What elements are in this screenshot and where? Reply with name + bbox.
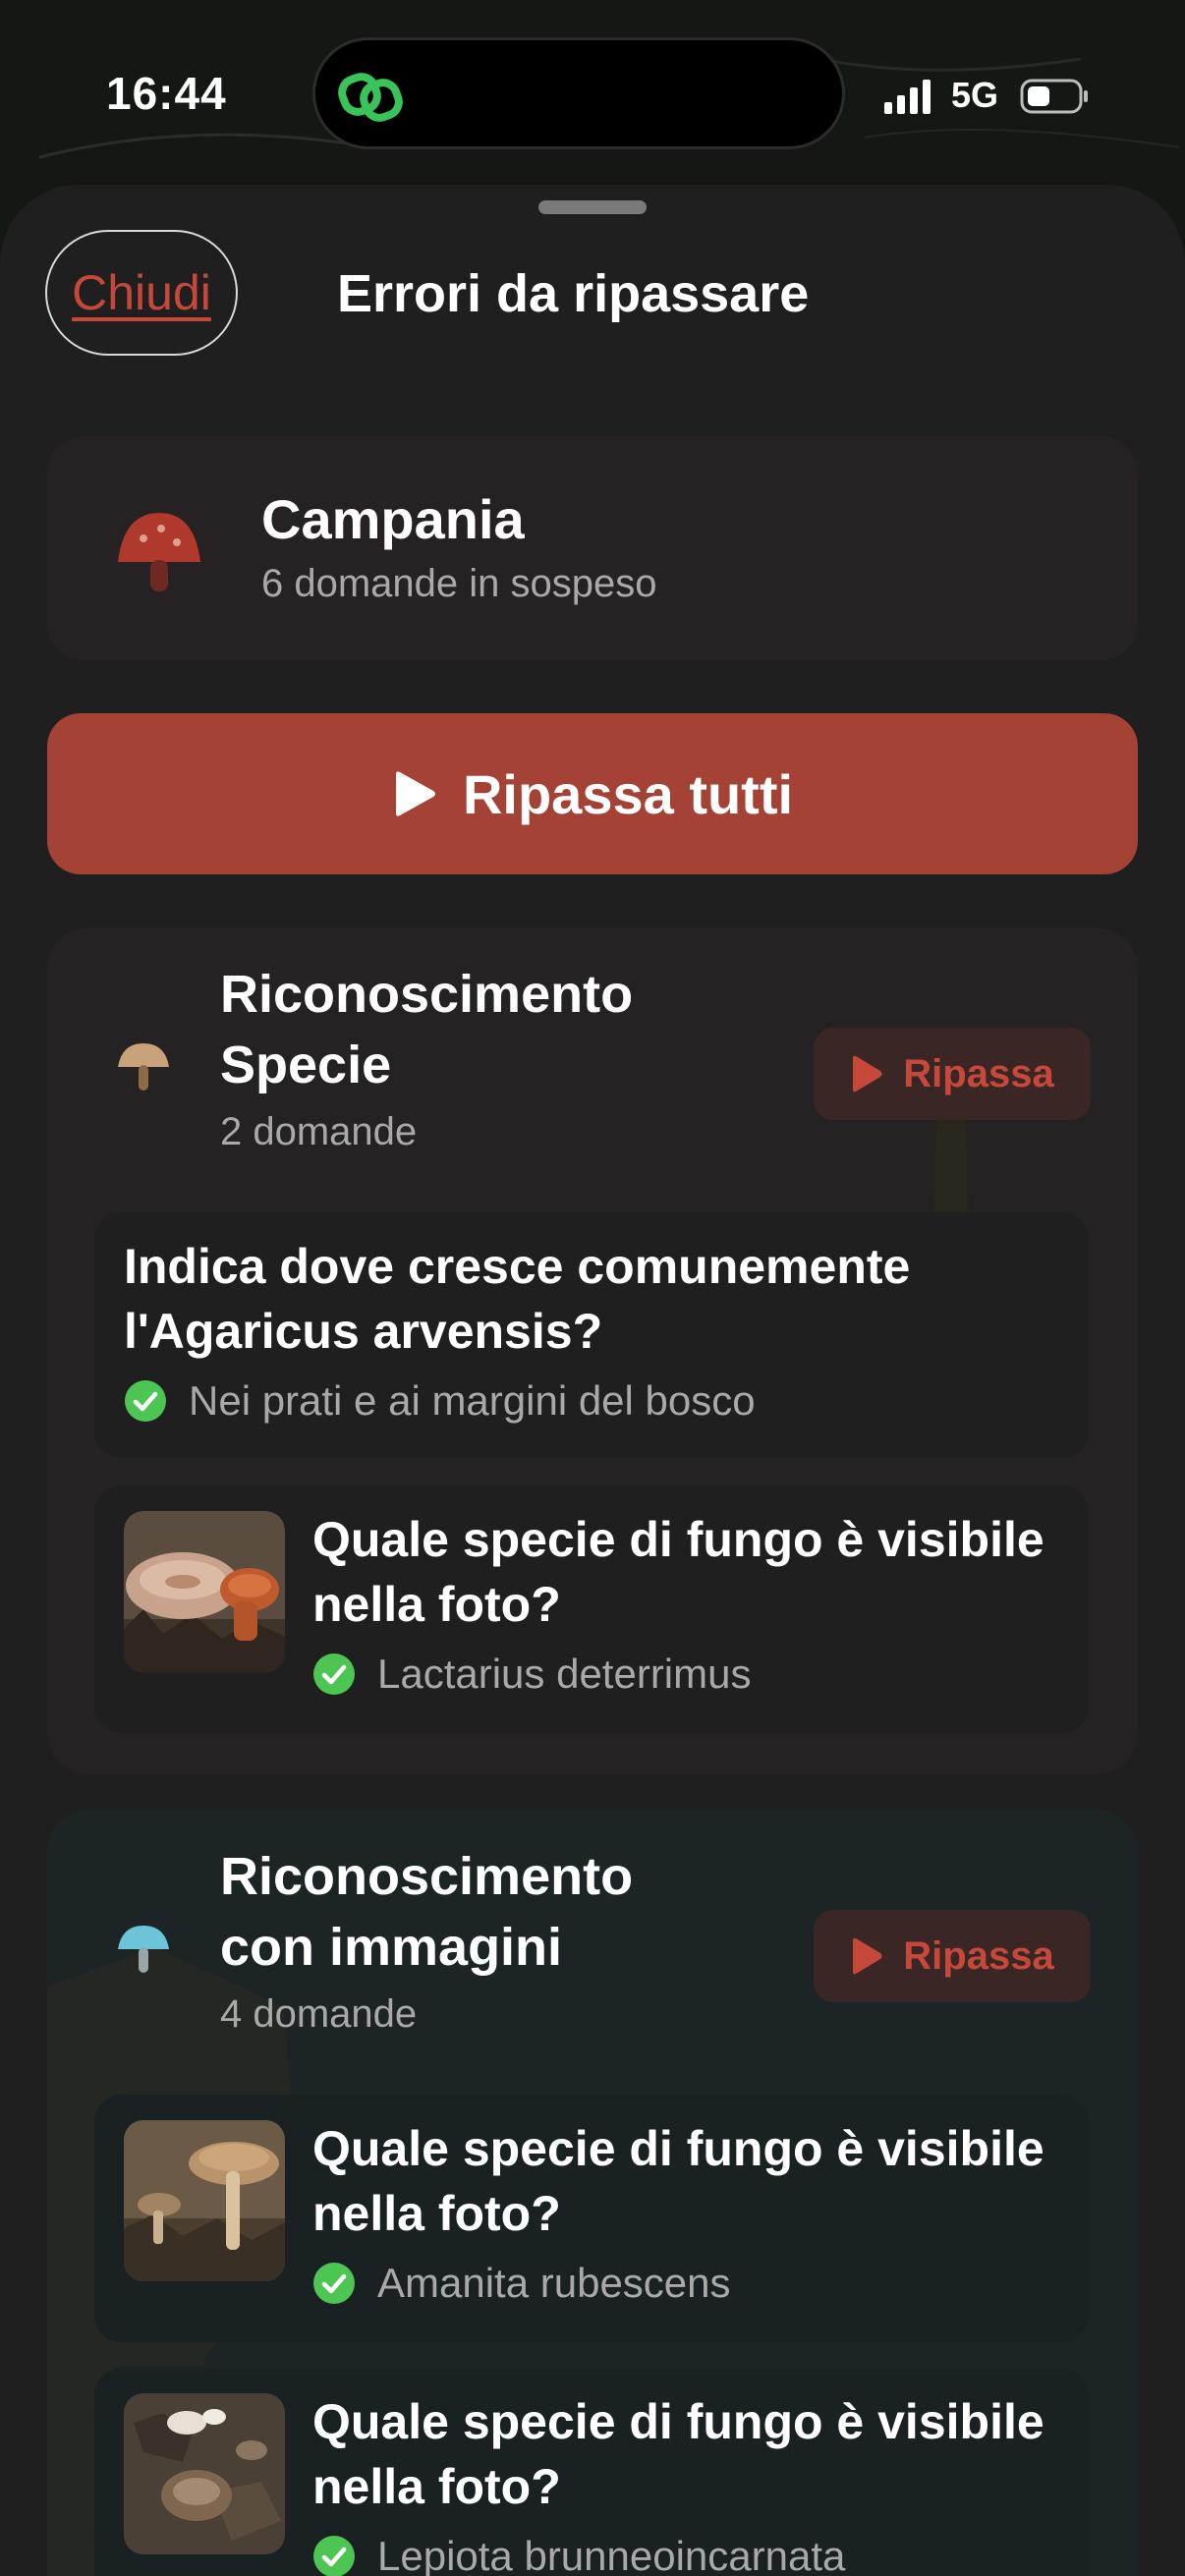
- section-review-button[interactable]: Ripassa: [814, 1910, 1091, 2002]
- section-title-line1: Riconoscimento: [220, 965, 634, 1024]
- answer-row: Lepiota brunneoincarnata: [312, 2533, 845, 2576]
- close-button[interactable]: Chiudi: [45, 230, 238, 356]
- answer-row: Nei prati e ai margini del bosco: [124, 1377, 756, 1425]
- play-icon: [395, 771, 435, 816]
- question-text-line2: nella foto?: [312, 1577, 561, 1632]
- network-label: 5G: [951, 75, 999, 115]
- section-count: 2 domande: [220, 1110, 418, 1153]
- section-species: Riconoscimento Specie 2 domande Ripassa …: [47, 927, 1138, 1774]
- answer-row: Lactarius deterrimus: [312, 1651, 751, 1698]
- section-count: 4 domande: [220, 1992, 418, 2036]
- battery-icon: [1020, 79, 1088, 114]
- play-icon: [853, 1055, 882, 1092]
- question-card[interactable]: Quale specie di fungo è visibile nella f…: [94, 1485, 1089, 1733]
- check-circle-icon: [313, 2536, 355, 2576]
- question-text-line1: Indica dove cresce comunemente: [124, 1239, 911, 1294]
- check-circle-icon: [125, 1380, 166, 1422]
- answer-text: Lepiota brunneoincarnata: [377, 2533, 846, 2576]
- section-title-line2: Specie: [220, 1036, 392, 1094]
- link-icon: [338, 73, 403, 122]
- section-review-button[interactable]: Ripassa: [814, 1028, 1091, 1120]
- answer-text: Nei prati e ai margini del bosco: [189, 1377, 756, 1424]
- question-text-line2: nella foto?: [312, 2459, 561, 2514]
- section-images: Riconoscimento con immagini 4 domande Ri…: [47, 1810, 1138, 2576]
- question-text-line2: l'Agaricus arvensis?: [124, 1304, 603, 1359]
- section-title-line2: con immagini: [220, 1918, 563, 1977]
- review-all-button[interactable]: Ripassa tutti: [47, 713, 1138, 874]
- question-text-line1: Quale specie di fungo è visibile: [312, 1512, 1044, 1567]
- question-card[interactable]: Quale specie di fungo è visibile nella f…: [94, 2095, 1089, 2342]
- region-card: Campania 6 domande in sospeso: [47, 436, 1138, 660]
- question-text-line1: Quale specie di fungo è visibile: [312, 2121, 1044, 2176]
- review-all-label: Ripassa tutti: [462, 762, 794, 825]
- review-sheet: Chiudi Errori da ripassare Campania 6 do…: [0, 185, 1185, 2576]
- question-card[interactable]: Quale specie di fungo è visibile nella f…: [94, 2368, 1089, 2576]
- section-review-label: Ripassa: [903, 1051, 1054, 1095]
- answer-text: Lactarius deterrimus: [377, 1651, 752, 1697]
- mushroom-brown-icon: [118, 1043, 169, 1091]
- mushroom-photo-amanita: [124, 2120, 285, 2281]
- status-bar: 16:44 5G: [0, 0, 1185, 187]
- check-circle-icon: [313, 1653, 355, 1695]
- signal-bars-icon: [884, 80, 931, 114]
- section-title-line1: Riconoscimento: [220, 1847, 634, 1906]
- region-name: Campania: [261, 488, 525, 550]
- mushroom-photo-lactarius: [124, 1511, 285, 1672]
- dynamic-island: [312, 37, 845, 149]
- answer-row: Amanita rubescens: [312, 2260, 731, 2307]
- check-circle-icon: [313, 2263, 355, 2304]
- status-time: 16:44: [106, 68, 227, 119]
- question-text-line2: nella foto?: [312, 2186, 561, 2241]
- mushroom-blue-icon: [118, 1926, 169, 1973]
- sheet-grabber[interactable]: [538, 200, 647, 214]
- question-card[interactable]: Indica dove cresce comunemente l'Agaricu…: [94, 1212, 1089, 1458]
- region-pending-count: 6 domande in sospeso: [261, 562, 657, 605]
- sheet-title: Errori da ripassare: [337, 264, 810, 323]
- mushroom-red-icon: [118, 513, 200, 591]
- section-review-label: Ripassa: [903, 1933, 1054, 1978]
- mushroom-photo-lepiota: [124, 2393, 285, 2554]
- question-text-line1: Quale specie di fungo è visibile: [312, 2394, 1044, 2449]
- answer-text: Amanita rubescens: [377, 2260, 731, 2306]
- play-icon: [853, 1937, 882, 1975]
